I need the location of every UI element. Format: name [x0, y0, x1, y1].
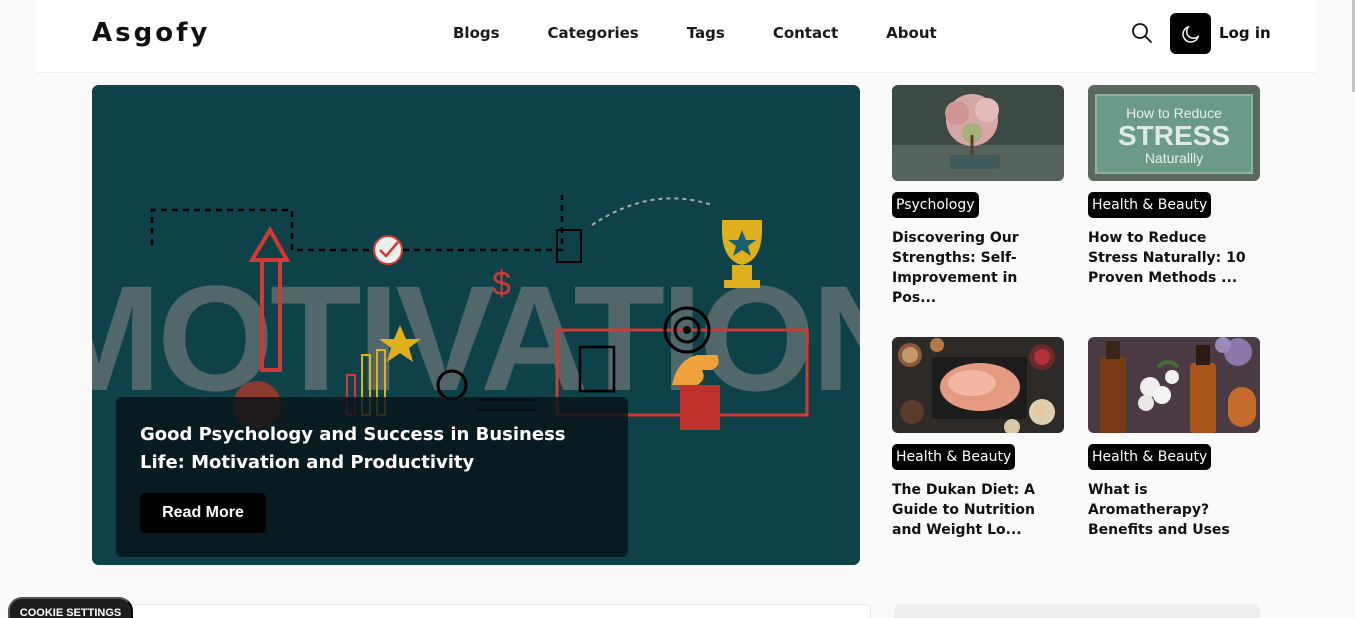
post-card[interactable]: Health & Beauty The Dukan Diet: A Guide …: [892, 337, 1064, 540]
category-badge[interactable]: Psychology: [892, 192, 979, 218]
category-badge[interactable]: Health & Beauty: [1088, 192, 1212, 218]
post-thumbnail[interactable]: [892, 85, 1064, 181]
post-title[interactable]: The Dukan Diet: A Guide to Nutrition and…: [892, 480, 1064, 540]
sidebar-panel: [894, 604, 1260, 618]
post-card[interactable]: How to Reduce STRESS Naturallly Health &…: [1088, 85, 1260, 288]
site-logo[interactable]: Asgofy: [92, 18, 210, 48]
login-link[interactable]: Log in: [1219, 24, 1271, 42]
hero-caption-box: Good Psychology and Success in Business …: [116, 397, 628, 557]
svg-text:$: $: [492, 265, 511, 303]
nav-link-categories[interactable]: Categories: [548, 24, 639, 42]
category-badge[interactable]: Health & Beauty: [1088, 444, 1212, 470]
nav-link-contact[interactable]: Contact: [773, 24, 838, 42]
nav-link-about[interactable]: About: [886, 24, 937, 42]
post-card[interactable]: Psychology Discovering Our Strengths: Se…: [892, 85, 1064, 308]
nav-link-tags[interactable]: Tags: [687, 24, 725, 42]
category-badge[interactable]: Health & Beauty: [892, 444, 1016, 470]
read-more-button[interactable]: Read More: [140, 493, 266, 533]
search-icon[interactable]: [1130, 21, 1154, 45]
nav-link-blogs[interactable]: Blogs: [453, 24, 500, 42]
post-thumbnail[interactable]: How to Reduce STRESS Naturallly: [1088, 85, 1260, 181]
post-title[interactable]: Discovering Our Strengths: Self-Improvem…: [892, 228, 1064, 308]
post-title[interactable]: What is Aromatherapy? Benefits and Uses: [1088, 480, 1260, 540]
thumb-text-line1: How to Reduce: [1126, 105, 1222, 121]
post-title[interactable]: How to Reduce Stress Naturally: 10 Prove…: [1088, 228, 1260, 288]
thumb-text-line2: STRESS: [1118, 120, 1230, 151]
post-card[interactable]: Health & Beauty What is Aromatherapy? Be…: [1088, 337, 1260, 540]
moon-icon: [1181, 25, 1199, 43]
thumb-text-line3: Naturallly: [1145, 150, 1203, 166]
theme-toggle-button[interactable]: [1170, 13, 1211, 54]
post-thumbnail[interactable]: [892, 337, 1064, 433]
top-navbar: Asgofy Blogs Categories Tags Contact Abo…: [36, 0, 1316, 73]
post-thumbnail[interactable]: [1088, 337, 1260, 433]
main-nav: Blogs Categories Tags Contact About: [453, 24, 985, 42]
hero-featured-post[interactable]: MOTIVATION $ Good Psychology and Success…: [92, 85, 860, 565]
cookie-settings-button[interactable]: COOKIE SETTINGS: [8, 597, 133, 618]
content-panel: [92, 604, 871, 618]
hero-post-title[interactable]: Good Psychology and Success in Business …: [140, 421, 610, 477]
